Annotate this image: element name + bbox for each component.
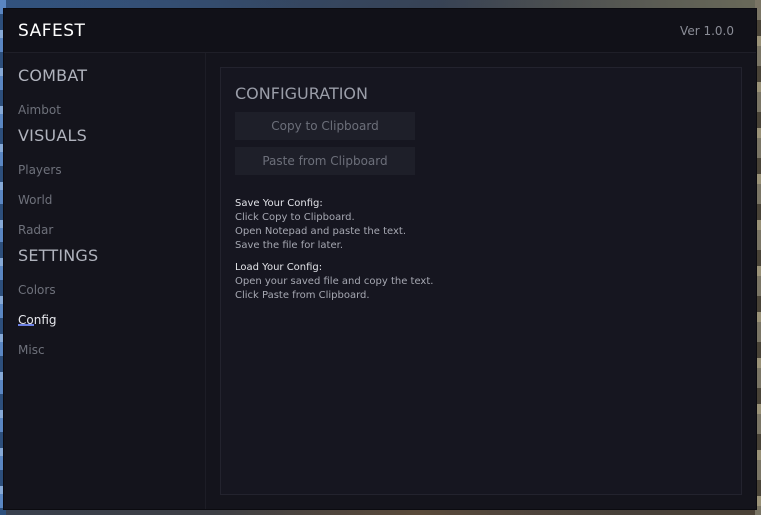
load-config-step: Click Paste from Clipboard. — [235, 290, 370, 301]
sidebar-item-world[interactable]: World — [18, 193, 52, 207]
app-title: SAFEST — [18, 21, 86, 41]
sidebar-item-radar[interactable]: Radar — [18, 223, 53, 237]
paste-from-clipboard-button[interactable]: Paste from Clipboard — [235, 147, 415, 175]
active-tab-indicator — [18, 324, 34, 326]
section-heading-settings: SETTINGS — [18, 246, 99, 265]
sidebar: COMBAT Aimbot VISUALS Players World Rada… — [4, 53, 206, 509]
sidebar-item-players[interactable]: Players — [18, 163, 62, 177]
cheat-menu-window: SAFEST Ver 1.0.0 COMBAT Aimbot VISUALS P… — [4, 9, 756, 509]
sidebar-item-aimbot[interactable]: Aimbot — [18, 103, 61, 117]
sidebar-item-misc[interactable]: Misc — [18, 343, 45, 357]
save-config-step: Save the file for later. — [235, 240, 344, 251]
save-config-step: Open Notepad and paste the text. — [235, 226, 406, 237]
section-heading-visuals: VISUALS — [18, 126, 87, 145]
load-config-step: Open your saved file and copy the text. — [235, 276, 434, 287]
configuration-panel: CONFIGURATION Copy to Clipboard Paste fr… — [220, 67, 742, 495]
copy-to-clipboard-button[interactable]: Copy to Clipboard — [235, 112, 415, 140]
save-config-step: Click Copy to Clipboard. — [235, 212, 355, 223]
content-area: CONFIGURATION Copy to Clipboard Paste fr… — [206, 53, 756, 509]
sidebar-item-colors[interactable]: Colors — [18, 283, 56, 297]
section-heading-combat: COMBAT — [18, 66, 88, 85]
save-config-heading: Save Your Config: — [235, 198, 323, 209]
version-label: Ver 1.0.0 — [680, 24, 734, 38]
title-bar[interactable]: SAFEST Ver 1.0.0 — [4, 9, 756, 53]
load-config-heading: Load Your Config: — [235, 262, 323, 273]
panel-title: CONFIGURATION — [235, 84, 368, 103]
